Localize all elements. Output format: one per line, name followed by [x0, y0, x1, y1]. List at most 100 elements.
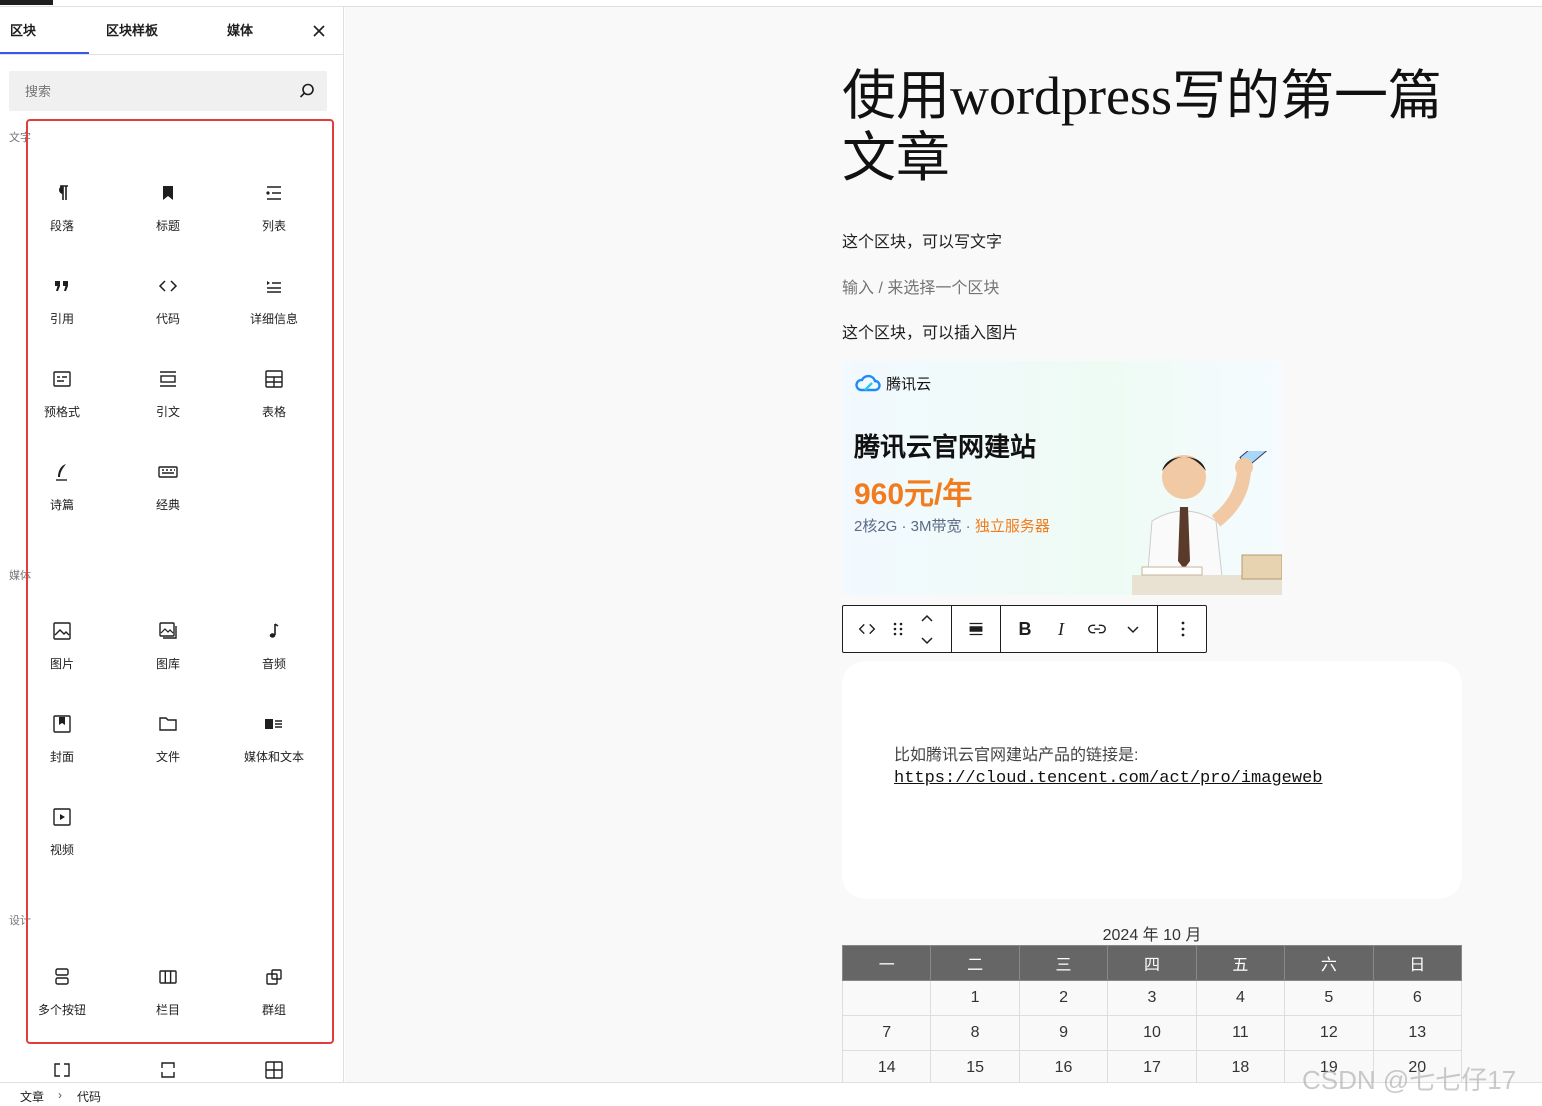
- inserter-tabs: 区块 区块样板 媒体: [0, 7, 343, 55]
- calendar-day[interactable]: 13: [1372, 1015, 1463, 1051]
- paragraph-block[interactable]: 这个区块，可以写文字: [842, 228, 1002, 252]
- block-quote[interactable]: 引用: [17, 274, 107, 354]
- block-label: 引文: [155, 405, 180, 419]
- align-icon[interactable]: [956, 606, 996, 652]
- video-icon: [53, 808, 71, 826]
- block-audio[interactable]: 音频: [229, 619, 319, 699]
- calendar-day[interactable]: 7: [841, 1015, 932, 1051]
- banner-heading: 腾讯云官网建站: [854, 432, 1037, 462]
- calendar-day[interactable]: 15: [930, 1050, 1020, 1082]
- calendar-day[interactable]: 6: [1372, 980, 1463, 1016]
- calendar-day[interactable]: 3: [1107, 980, 1197, 1016]
- block-label: 标题: [155, 219, 180, 233]
- breadcrumb-item-code[interactable]: 代码: [77, 1088, 101, 1105]
- chevron-down-icon[interactable]: [1117, 606, 1149, 652]
- block-label: 视频: [49, 843, 74, 857]
- gallery-icon: [159, 622, 177, 639]
- group-icon: [266, 969, 282, 985]
- block-label: 详细信息: [249, 312, 298, 326]
- calendar-day[interactable]: 8: [930, 1015, 1020, 1051]
- move-down-icon[interactable]: [913, 629, 941, 652]
- calendar-week-row: 7 8 9 10 11 12 13: [841, 1015, 1463, 1051]
- calendar-weekday: 一: [841, 945, 932, 981]
- block-classic[interactable]: 经典: [123, 460, 213, 540]
- calendar-day[interactable]: 14: [841, 1050, 932, 1082]
- italic-icon[interactable]: I: [1045, 606, 1077, 652]
- code-block[interactable]: 比如腾讯云官网建站产品的链接是: https://cloud.tencent.c…: [842, 661, 1462, 899]
- block-label: 图库: [155, 657, 180, 671]
- calendar-day[interactable]: 17: [1107, 1050, 1197, 1082]
- banner-spec: 2核2G · 3M带宽 · 独立服务器: [854, 515, 1050, 536]
- banner-logo: 腾讯云: [854, 373, 931, 394]
- block-columns[interactable]: 栏目: [123, 965, 213, 1045]
- block-pullquote[interactable]: 引文: [123, 367, 213, 447]
- code-block-link[interactable]: https://cloud.tencent.com/act/pro/imagew…: [894, 769, 1322, 788]
- search-icon[interactable]: [297, 81, 317, 101]
- block-list[interactable]: 列表: [229, 181, 319, 261]
- columns-icon: [159, 970, 177, 984]
- block-placeholder[interactable]: 输入 / 来选择一个区块: [842, 274, 999, 298]
- post-title[interactable]: 使用wordpress写的第一篇文章: [842, 65, 1462, 189]
- link-icon[interactable]: [1081, 606, 1113, 652]
- calendar-day[interactable]: 16: [1018, 1050, 1109, 1082]
- block-paragraph[interactable]: 段落: [17, 181, 107, 261]
- calendar-day[interactable]: 9: [1018, 1015, 1109, 1051]
- row-icon: [54, 1063, 70, 1077]
- calendar-weekday: 三: [1018, 945, 1109, 981]
- top-bar: [0, 0, 1542, 7]
- block-group[interactable]: 群组: [229, 965, 319, 1045]
- code-icon[interactable]: [851, 606, 883, 652]
- calendar-weekday: 五: [1195, 945, 1286, 981]
- code-block-text: 比如腾讯云官网建站产品的链接是:: [894, 747, 1139, 764]
- calendar-day[interactable]: 4: [1195, 980, 1286, 1016]
- block-heading[interactable]: 标题: [123, 181, 213, 261]
- block-video[interactable]: 视频: [17, 805, 107, 885]
- toolbar-separator: [951, 606, 952, 652]
- breadcrumb-item-post[interactable]: 文章: [20, 1088, 44, 1105]
- tab-blocks[interactable]: 区块: [10, 7, 36, 55]
- block-preformatted[interactable]: 预格式: [17, 367, 107, 447]
- tab-media[interactable]: 媒体: [227, 7, 253, 55]
- cloud-logo-icon: [855, 374, 881, 392]
- calendar-day[interactable]: 10: [1107, 1015, 1197, 1051]
- block-file[interactable]: 文件: [123, 712, 213, 792]
- heading-icon: [163, 186, 173, 200]
- block-label: 段落: [49, 219, 74, 233]
- move-up-icon[interactable]: [913, 606, 941, 629]
- calendar-day[interactable]: 11: [1195, 1015, 1286, 1051]
- details-icon: [267, 281, 281, 293]
- calendar-day[interactable]: 2: [1018, 980, 1109, 1016]
- banner-person-illustration: [1132, 451, 1282, 595]
- block-cover[interactable]: 封面: [17, 712, 107, 792]
- more-options-icon[interactable]: [1163, 606, 1203, 652]
- calendar-day[interactable]: [841, 980, 932, 1016]
- block-buttons[interactable]: 多个按钮: [17, 965, 107, 1045]
- block-gallery[interactable]: 图库: [123, 619, 213, 699]
- calendar-day[interactable]: 1: [930, 980, 1020, 1016]
- block-verse[interactable]: 诗篇: [17, 460, 107, 540]
- block-label: 表格: [261, 405, 286, 419]
- block-inserter-sidebar: 区块 区块样板 媒体 文字 媒体 设计 段落 标题 列表 引用 代码 详细信息: [0, 7, 344, 1082]
- calendar-day[interactable]: 18: [1195, 1050, 1286, 1082]
- block-stack[interactable]: [123, 1058, 213, 1082]
- banner-price: 960元/年: [854, 478, 973, 511]
- block-table[interactable]: 表格: [229, 367, 319, 447]
- block-row[interactable]: [17, 1058, 107, 1082]
- block-grid[interactable]: [229, 1058, 319, 1082]
- calendar-weekday: 日: [1372, 945, 1463, 981]
- block-media-text[interactable]: 媒体和文本: [229, 712, 319, 792]
- tab-patterns[interactable]: 区块样板: [106, 7, 158, 55]
- block-details[interactable]: 详细信息: [229, 274, 319, 354]
- calendar-day[interactable]: 5: [1284, 980, 1374, 1016]
- calendar-caption: 2024 年 10 月: [1102, 927, 1202, 944]
- paragraph-block[interactable]: 这个区块，可以插入图片: [842, 319, 1018, 343]
- drag-handle-icon[interactable]: [885, 606, 911, 652]
- calendar-day[interactable]: 12: [1284, 1015, 1374, 1051]
- block-image[interactable]: 图片: [17, 619, 107, 699]
- search-input[interactable]: [9, 71, 289, 111]
- image-block[interactable]: 腾讯云 腾讯云官网建站 960元/年 2核2G · 3M带宽 · 独立服务器: [842, 361, 1282, 595]
- close-icon[interactable]: [309, 21, 329, 41]
- bold-icon[interactable]: B: [1009, 606, 1041, 652]
- block-code[interactable]: 代码: [123, 274, 213, 354]
- block-label: 图片: [49, 657, 74, 671]
